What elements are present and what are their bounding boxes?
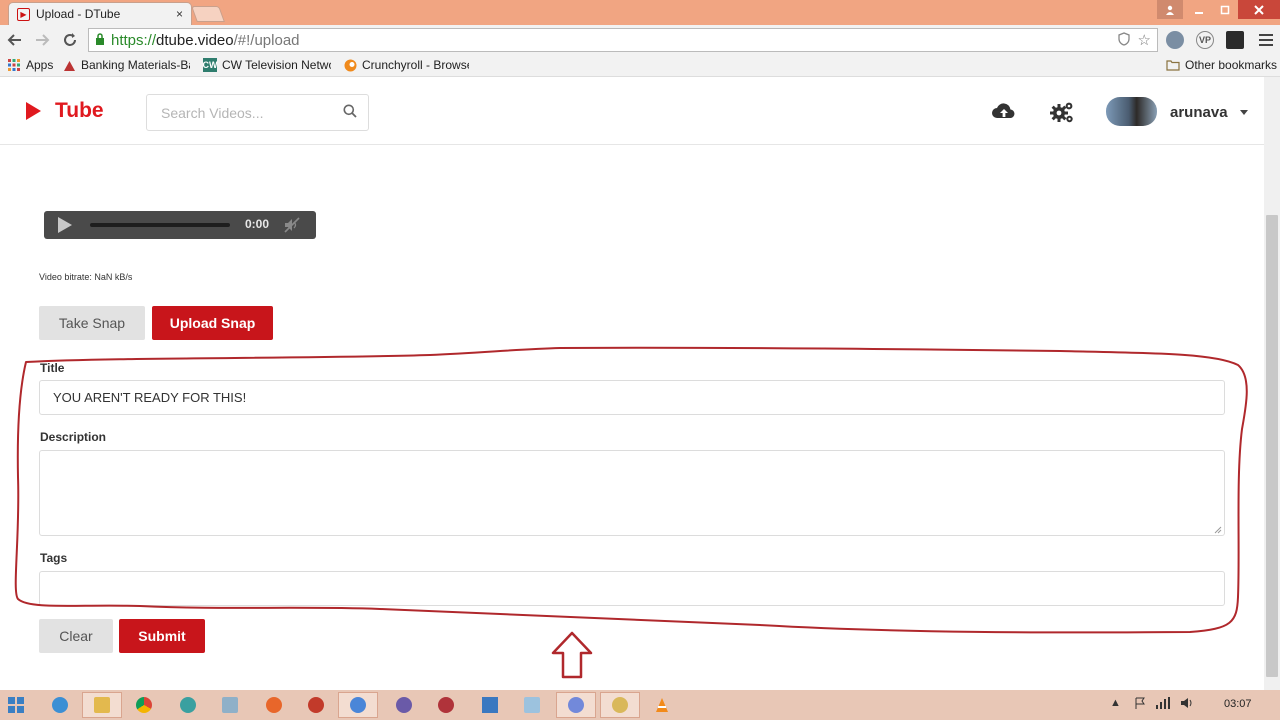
bookmarks-bar: Apps Banking Materials-Bai CW CW Televis… <box>0 55 1280 77</box>
taskbar-media-icon[interactable] <box>426 692 466 718</box>
cw-icon: CW <box>203 58 218 72</box>
tray-expand-icon[interactable]: ▲ <box>1110 697 1121 709</box>
username[interactable]: arunava <box>1170 104 1228 121</box>
taskbar-chrome-icon[interactable] <box>124 692 164 718</box>
player-time: 0:00 <box>245 217 270 231</box>
video-player: 0:00 <box>44 211 316 239</box>
bookmark-label: Crunchyroll - Browse <box>362 58 469 72</box>
tray-flag-icon[interactable] <box>1134 697 1146 712</box>
new-tab-button[interactable] <box>191 6 225 22</box>
bookmark-label: Apps <box>26 58 54 72</box>
other-bookmarks-label: Other bookmarks <box>1185 58 1278 72</box>
taskbar-paint-icon[interactable] <box>600 692 640 718</box>
search-icon[interactable] <box>343 104 357 118</box>
reload-icon[interactable] <box>59 29 81 51</box>
tags-label: Tags <box>40 551 68 565</box>
window-titlebar: ▶ Upload - DTube × <box>0 0 1280 25</box>
crunchyroll-icon <box>343 58 357 72</box>
windows-taskbar: ▲ 03:07 <box>0 690 1280 720</box>
taskbar-drive-icon[interactable] <box>470 692 510 718</box>
annotation-up-arrow-icon <box>551 631 593 679</box>
dtube-favicon-icon: ▶ <box>17 7 30 21</box>
scrollbar-thumb[interactable] <box>1266 215 1278 677</box>
description-textarea[interactable] <box>39 450 1225 536</box>
description-label: Description <box>40 430 107 444</box>
vp-extension-icon[interactable]: VP <box>1196 31 1214 49</box>
volume-muted-icon[interactable] <box>283 217 301 233</box>
globe-extension-icon[interactable] <box>1166 31 1184 49</box>
chevron-down-icon[interactable] <box>1240 110 1248 115</box>
minimize-button[interactable] <box>1186 0 1212 19</box>
title-input[interactable] <box>39 380 1225 415</box>
dtube-logo[interactable]: Tube <box>26 99 104 123</box>
window-close-button[interactable] <box>1238 0 1280 19</box>
bookmark-apps[interactable]: Apps <box>7 58 53 72</box>
tray-network-icon[interactable] <box>1156 697 1170 712</box>
address-bar[interactable]: https:// dtube.video /#!/upload ☆ <box>88 28 1158 52</box>
browser-tab-active[interactable]: ▶ Upload - DTube × <box>8 2 192 25</box>
taskbar-vlc-icon[interactable] <box>642 692 682 718</box>
user-avatar[interactable] <box>1106 97 1157 126</box>
lock-icon <box>95 32 105 48</box>
page-viewport: Tube arunava <box>0 77 1264 690</box>
bookmark-label: CW Television Netwo <box>222 58 331 72</box>
taskbar-explorer-icon[interactable] <box>82 692 122 718</box>
start-button-icon[interactable] <box>8 697 24 713</box>
dark-extension-icon[interactable] <box>1226 31 1244 49</box>
taskbar-app-icon[interactable] <box>296 692 336 718</box>
tags-input[interactable] <box>39 571 1225 606</box>
folder-icon <box>1166 58 1180 72</box>
resize-handle-icon[interactable] <box>1214 526 1222 534</box>
bookmark-crunchyroll[interactable]: Crunchyroll - Browse <box>343 58 469 72</box>
taskbar-notepad-icon[interactable] <box>512 692 552 718</box>
taskbar-clock[interactable]: 03:07 <box>1224 698 1252 710</box>
tab-title: Upload - DTube <box>36 7 121 21</box>
back-arrow-icon[interactable] <box>4 29 26 51</box>
taskbar-eclipse-icon[interactable] <box>384 692 424 718</box>
tray-volume-icon[interactable] <box>1180 697 1194 712</box>
bank-icon <box>62 58 76 72</box>
taskbar-chrome-active-icon[interactable] <box>338 692 378 718</box>
menu-hamburger-icon[interactable] <box>1255 29 1277 51</box>
url-scheme: https:// <box>111 31 157 49</box>
settings-gears-icon[interactable] <box>1049 99 1075 125</box>
browser-toolbar: https:// dtube.video /#!/upload ☆ VP <box>0 25 1280 55</box>
taskbar-discord-icon[interactable] <box>556 692 596 718</box>
taskbar-firefox-icon[interactable] <box>254 692 294 718</box>
clear-button[interactable]: Clear <box>39 619 113 653</box>
bookmark-banking[interactable]: Banking Materials-Bai <box>62 58 190 72</box>
logo-text: Tube <box>55 99 104 122</box>
tab-close-icon[interactable]: × <box>176 7 183 21</box>
taskbar-network-icon[interactable] <box>168 692 208 718</box>
take-snap-button[interactable]: Take Snap <box>39 306 145 340</box>
apps-grid-icon <box>7 58 21 72</box>
bookmark-label: Banking Materials-Bai <box>81 58 190 72</box>
search-input[interactable] <box>146 94 369 131</box>
profile-icon[interactable] <box>1157 0 1183 19</box>
upload-snap-button[interactable]: Upload Snap <box>152 306 273 340</box>
maximize-button[interactable] <box>1212 0 1238 19</box>
url-path: /#!/upload <box>233 31 300 49</box>
progress-track[interactable] <box>90 223 230 227</box>
shield-icon[interactable] <box>1117 31 1130 49</box>
bookmark-cw[interactable]: CW CW Television Netwo <box>203 58 331 72</box>
url-domain: dtube.video <box>156 31 234 49</box>
bookmark-star-icon[interactable]: ☆ <box>1138 31 1151 49</box>
submit-button[interactable]: Submit <box>119 619 205 653</box>
video-bitrate-text: Video bitrate: NaN kB/s <box>39 272 133 282</box>
cloud-upload-icon[interactable] <box>991 99 1017 125</box>
forward-arrow-icon[interactable] <box>31 29 53 51</box>
taskbar-ie-icon[interactable] <box>40 692 80 718</box>
site-header: Tube arunava <box>0 77 1264 145</box>
title-label: Title <box>40 361 65 375</box>
play-logo-icon <box>26 102 41 120</box>
taskbar-monitor-icon[interactable] <box>210 692 250 718</box>
play-icon[interactable] <box>58 217 72 233</box>
bookmark-other[interactable]: Other bookmarks <box>1166 58 1277 72</box>
